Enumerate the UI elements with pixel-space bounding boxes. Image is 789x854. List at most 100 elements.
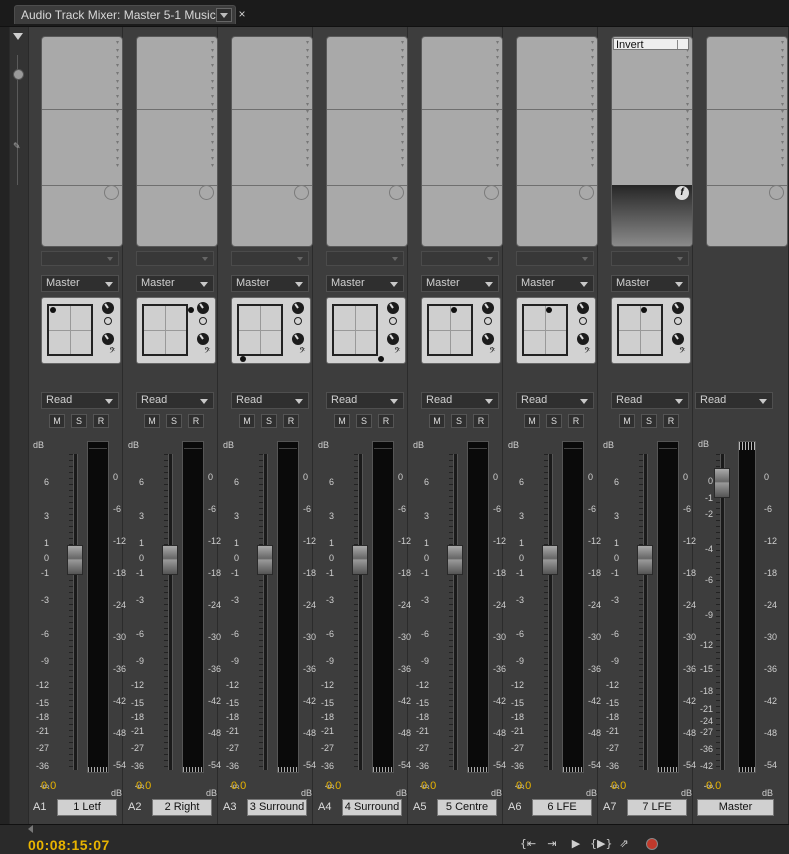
- track-output-dropdown[interactable]: Master: [611, 275, 689, 292]
- record-button[interactable]: R: [93, 414, 109, 428]
- pan-position-dot[interactable]: [188, 307, 194, 313]
- track-output-dropdown[interactable]: Master: [326, 275, 404, 292]
- effects-rack[interactable]: ▾ ▾ ▾ ▾ ▾ ▾ ▾ ▾ ▾ ▾ ▾ ▾ ▾ ▾ ▾ ▾ ▾: [41, 36, 123, 247]
- effect-dropdown-icon[interactable]: [677, 40, 687, 49]
- volume-fader-handle[interactable]: [637, 545, 653, 575]
- effect-parameter-knob-icon[interactable]: [389, 185, 404, 200]
- volume-value[interactable]: 0.0: [516, 780, 531, 792]
- effect-slot-invert[interactable]: Invert: [613, 38, 689, 51]
- mute-button[interactable]: M: [429, 414, 445, 428]
- volume-value[interactable]: 0.0: [231, 780, 246, 792]
- record-button[interactable]: R: [473, 414, 489, 428]
- record-button[interactable]: R: [188, 414, 204, 428]
- tab-menu-dropdown-icon[interactable]: [216, 8, 232, 22]
- record-button[interactable]: R: [283, 414, 299, 428]
- lfe-volume-knob-icon[interactable]: [577, 333, 589, 345]
- send-selector[interactable]: [136, 251, 214, 266]
- track-name-field[interactable]: 1 Letf: [57, 799, 117, 816]
- volume-fader-handle[interactable]: [352, 545, 368, 575]
- effect-slots-section[interactable]: [707, 37, 787, 110]
- center-percent-knob-icon[interactable]: [387, 302, 399, 314]
- master-name-field[interactable]: Master: [697, 799, 774, 816]
- lfe-volume-knob-icon[interactable]: [387, 333, 399, 345]
- track-name-field[interactable]: 3 Surround: [247, 799, 307, 816]
- center-percent-knob-icon[interactable]: [672, 302, 684, 314]
- send-selector[interactable]: [611, 251, 689, 266]
- effect-parameter-knob-icon[interactable]: [484, 185, 499, 200]
- lfe-volume-knob-icon[interactable]: [482, 333, 494, 345]
- effect-slots-section[interactable]: [422, 37, 502, 110]
- effect-slots-section[interactable]: [42, 109, 122, 186]
- automation-mode-dropdown[interactable]: Read: [231, 392, 309, 409]
- effects-rack[interactable]: ▾ ▾ ▾ ▾ ▾ ▾ ▾ ▾ ▾ ▾ ▾ ▾ ▾ ▾ ▾ ▾ ▾: [231, 36, 313, 247]
- play-in-to-out-icon[interactable]: {▶}: [590, 837, 612, 851]
- send-pen-icon[interactable]: ✎: [13, 142, 21, 151]
- volume-fader-track[interactable]: [449, 454, 458, 770]
- pan-field[interactable]: [522, 304, 568, 356]
- track-name-field[interactable]: 2 Right: [152, 799, 212, 816]
- pan-field[interactable]: [427, 304, 473, 356]
- send-selector[interactable]: [41, 251, 119, 266]
- pan-field[interactable]: [47, 304, 93, 356]
- effect-parameter-knob-icon[interactable]: [199, 185, 214, 200]
- effects-rack[interactable]: ▾ ▾ ▾ ▾ ▾ ▾ ▾ ▾ ▾ ▾ ▾ ▾ ▾ ▾ ▾ ▾ ▾: [421, 36, 503, 247]
- pan-position-dot[interactable]: [50, 307, 56, 313]
- send-selector[interactable]: [516, 251, 594, 266]
- volume-fader-handle[interactable]: [67, 545, 83, 575]
- solo-button[interactable]: S: [71, 414, 87, 428]
- mute-button[interactable]: M: [49, 414, 65, 428]
- volume-value[interactable]: 0.0: [136, 780, 151, 792]
- pan-position-dot[interactable]: [378, 356, 384, 362]
- volume-fader-handle[interactable]: [447, 545, 463, 575]
- volume-fader-handle[interactable]: [542, 545, 558, 575]
- mute-button[interactable]: M: [334, 414, 350, 428]
- volume-fader-track[interactable]: [259, 454, 268, 770]
- pan-field[interactable]: [237, 304, 283, 362]
- automation-mode-dropdown[interactable]: Read: [516, 392, 594, 409]
- effect-slots-section[interactable]: [137, 37, 217, 110]
- volume-fader-track[interactable]: [354, 454, 363, 770]
- volume-value[interactable]: 0.0: [41, 780, 56, 792]
- automation-mode-dropdown[interactable]: Read: [41, 392, 119, 409]
- automation-mode-dropdown[interactable]: Read: [326, 392, 404, 409]
- lfe-volume-knob-icon[interactable]: [197, 333, 209, 345]
- solo-button[interactable]: S: [166, 414, 182, 428]
- volume-value[interactable]: 0.0: [421, 780, 436, 792]
- pan-field[interactable]: [617, 304, 663, 356]
- master-effects-rack[interactable]: ▾ ▾ ▾ ▾ ▾ ▾ ▾ ▾ ▾ ▾ ▾ ▾ ▾ ▾ ▾ ▾ ▾: [706, 36, 788, 247]
- center-percent-knob-icon[interactable]: [482, 302, 494, 314]
- solo-button[interactable]: S: [261, 414, 277, 428]
- pan-field[interactable]: [142, 304, 194, 356]
- mute-button[interactable]: M: [144, 414, 160, 428]
- effect-slots-section[interactable]: [517, 109, 597, 186]
- track-name-field[interactable]: 6 LFE: [532, 799, 592, 816]
- mute-button[interactable]: M: [524, 414, 540, 428]
- track-output-dropdown[interactable]: Master: [231, 275, 309, 292]
- master-automation-mode-dropdown[interactable]: Read: [695, 392, 773, 409]
- send-selector[interactable]: [231, 251, 309, 266]
- effect-slots-section[interactable]: [517, 37, 597, 110]
- pan-position-dot[interactable]: [641, 307, 647, 313]
- effect-slots-section[interactable]: [327, 37, 407, 110]
- pan-position-dot[interactable]: [546, 307, 552, 313]
- volume-fader-handle[interactable]: [162, 545, 178, 575]
- go-to-in-icon[interactable]: {⇤: [518, 837, 538, 851]
- track-output-dropdown[interactable]: Master: [41, 275, 119, 292]
- lfe-volume-knob-icon[interactable]: [672, 333, 684, 345]
- loop-icon[interactable]: ⇗: [614, 837, 634, 851]
- solo-button[interactable]: S: [356, 414, 372, 428]
- effects-rack[interactable]: ▾▾▾▾▾▾▾▾▾▾▾▾▾▾▾▾▾ Invert f: [611, 36, 693, 247]
- current-timecode[interactable]: 00:08:15:07: [28, 837, 110, 853]
- track-output-dropdown[interactable]: Master: [421, 275, 499, 292]
- effects-rack[interactable]: ▾ ▾ ▾ ▾ ▾ ▾ ▾ ▾ ▾ ▾ ▾ ▾ ▾ ▾ ▾ ▾ ▾: [516, 36, 598, 247]
- pan-position-dot[interactable]: [240, 356, 246, 362]
- volume-fader-track[interactable]: [639, 454, 648, 770]
- lfe-volume-knob-icon[interactable]: [102, 333, 114, 345]
- effect-slots-section[interactable]: [137, 109, 217, 186]
- surround-panner[interactable]: 𝄢: [231, 297, 311, 364]
- volume-fader-handle[interactable]: [257, 545, 273, 575]
- track-name-field[interactable]: 5 Centre: [437, 799, 497, 816]
- close-tab-icon[interactable]: ×: [236, 7, 248, 21]
- effect-parameter-knob-icon[interactable]: [579, 185, 594, 200]
- center-percent-knob-icon[interactable]: [197, 302, 209, 314]
